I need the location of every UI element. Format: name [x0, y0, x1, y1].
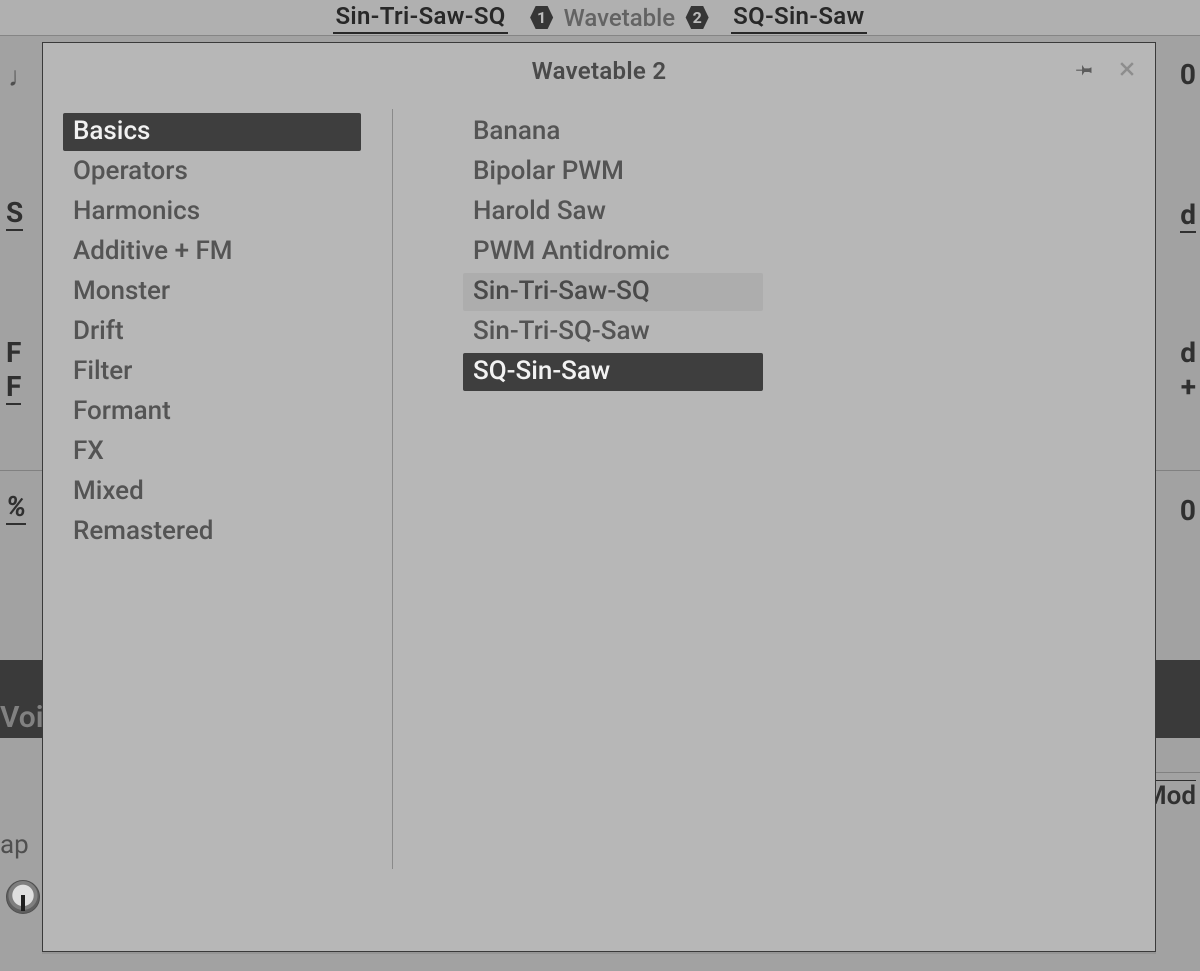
oscillator-tabs: Sin-Tri-Saw-SQ 1 Wavetable 2 SQ-Sin-Saw — [0, 0, 1200, 36]
osc2-preset-label[interactable]: SQ-Sin-Saw — [731, 2, 866, 34]
voices-label: Voi — [0, 700, 44, 735]
category-item[interactable]: Monster — [63, 273, 361, 311]
bg-value: 0 — [1180, 58, 1196, 91]
category-item[interactable]: FX — [63, 433, 361, 471]
category-item[interactable]: Formant — [63, 393, 361, 431]
preset-item[interactable]: Harold Saw — [463, 193, 763, 231]
shape-knob[interactable] — [6, 880, 40, 914]
osc-badge-1[interactable]: 1 — [530, 6, 554, 30]
category-item[interactable]: Additive + FM — [63, 233, 361, 271]
popup-title: Wavetable 2 — [532, 57, 667, 85]
osc-badge-2[interactable]: 2 — [685, 6, 709, 30]
popup-header: Wavetable 2 — [43, 43, 1155, 99]
bg-value: 0 — [1180, 494, 1196, 527]
oscillator-section-label: Wavetable — [564, 4, 676, 32]
preset-item[interactable]: Bipolar PWM — [463, 153, 763, 191]
bg-label: + — [1181, 370, 1196, 403]
bg-label: % — [6, 490, 26, 525]
category-item[interactable]: Drift — [63, 313, 361, 351]
preset-item[interactable]: SQ-Sin-Saw — [463, 353, 763, 391]
category-item[interactable]: Remastered — [63, 513, 361, 551]
bg-label: d — [1180, 336, 1196, 369]
preset-item[interactable]: PWM Antidromic — [463, 233, 763, 271]
shape-label-fragment: ap — [0, 830, 29, 860]
preset-list: BananaBipolar PWMHarold SawPWM Antidromi… — [393, 109, 763, 931]
category-item[interactable]: Filter — [63, 353, 361, 391]
bg-label: F — [6, 370, 21, 405]
preset-item[interactable]: Sin-Tri-SQ-Saw — [463, 313, 763, 351]
bg-label: d — [1180, 198, 1196, 233]
bg-label: S — [6, 196, 23, 231]
wavetable-browser-popup: Wavetable 2 BasicsOperatorsHarmonicsAddi… — [42, 42, 1156, 952]
category-item[interactable]: Harmonics — [63, 193, 361, 231]
preset-item[interactable]: Banana — [463, 113, 763, 151]
osc1-preset-label[interactable]: Sin-Tri-Saw-SQ — [333, 2, 507, 34]
preset-item[interactable]: Sin-Tri-Saw-SQ — [463, 273, 763, 311]
category-item[interactable]: Operators — [63, 153, 361, 191]
category-item[interactable]: Basics — [63, 113, 361, 151]
bg-label: F — [6, 336, 21, 369]
note-icon — [8, 60, 36, 93]
close-icon[interactable] — [1115, 57, 1139, 81]
pin-icon[interactable] — [1073, 57, 1097, 81]
category-item[interactable]: Mixed — [63, 473, 361, 511]
category-list: BasicsOperatorsHarmonicsAdditive + FMMon… — [63, 109, 393, 869]
